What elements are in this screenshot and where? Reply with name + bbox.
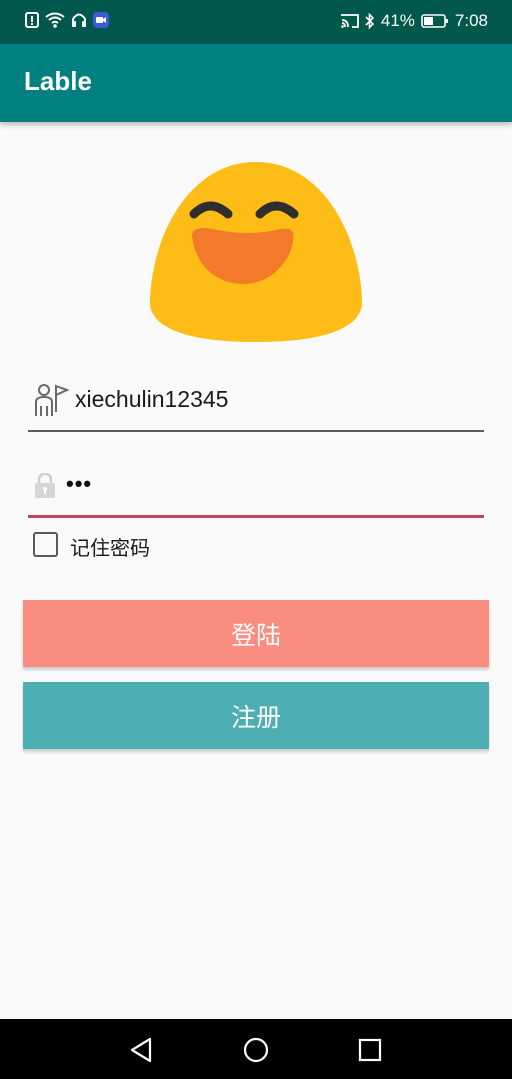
- lock-icon: [35, 473, 55, 498]
- status-bar-left: [25, 11, 109, 29]
- app-bar: Lable: [0, 44, 512, 122]
- password-underline: [28, 515, 484, 518]
- navigation-bar: [0, 1019, 512, 1079]
- remember-password-label[interactable]: 记住密码: [70, 532, 150, 561]
- bluetooth-icon: [365, 12, 375, 30]
- cast-icon: [340, 14, 359, 28]
- username-input[interactable]: xiechulin12345: [75, 386, 228, 413]
- remember-password-checkbox[interactable]: [33, 532, 58, 557]
- battery-icon: [421, 14, 448, 28]
- password-input[interactable]: •••: [66, 471, 92, 497]
- app-title: Lable: [24, 66, 92, 96]
- back-icon[interactable]: [128, 1036, 156, 1064]
- alert-icon: [25, 12, 39, 28]
- username-underline: [28, 430, 484, 432]
- user-flag-icon: [35, 384, 69, 416]
- status-bar-right: 41% 7:08: [340, 11, 488, 31]
- battery-percent: 41%: [380, 11, 415, 30]
- wifi-icon: [45, 12, 65, 28]
- clock: 7:08: [454, 11, 488, 30]
- register-button[interactable]: 注册: [23, 682, 489, 749]
- home-icon[interactable]: [242, 1036, 270, 1064]
- status-bar: 41% 7:08: [0, 0, 512, 44]
- headphones-icon: [72, 13, 86, 27]
- login-button[interactable]: 登陆: [23, 600, 489, 667]
- recents-icon[interactable]: [356, 1036, 384, 1064]
- smiley-face-icon: [149, 162, 363, 342]
- video-app-icon: [93, 12, 109, 28]
